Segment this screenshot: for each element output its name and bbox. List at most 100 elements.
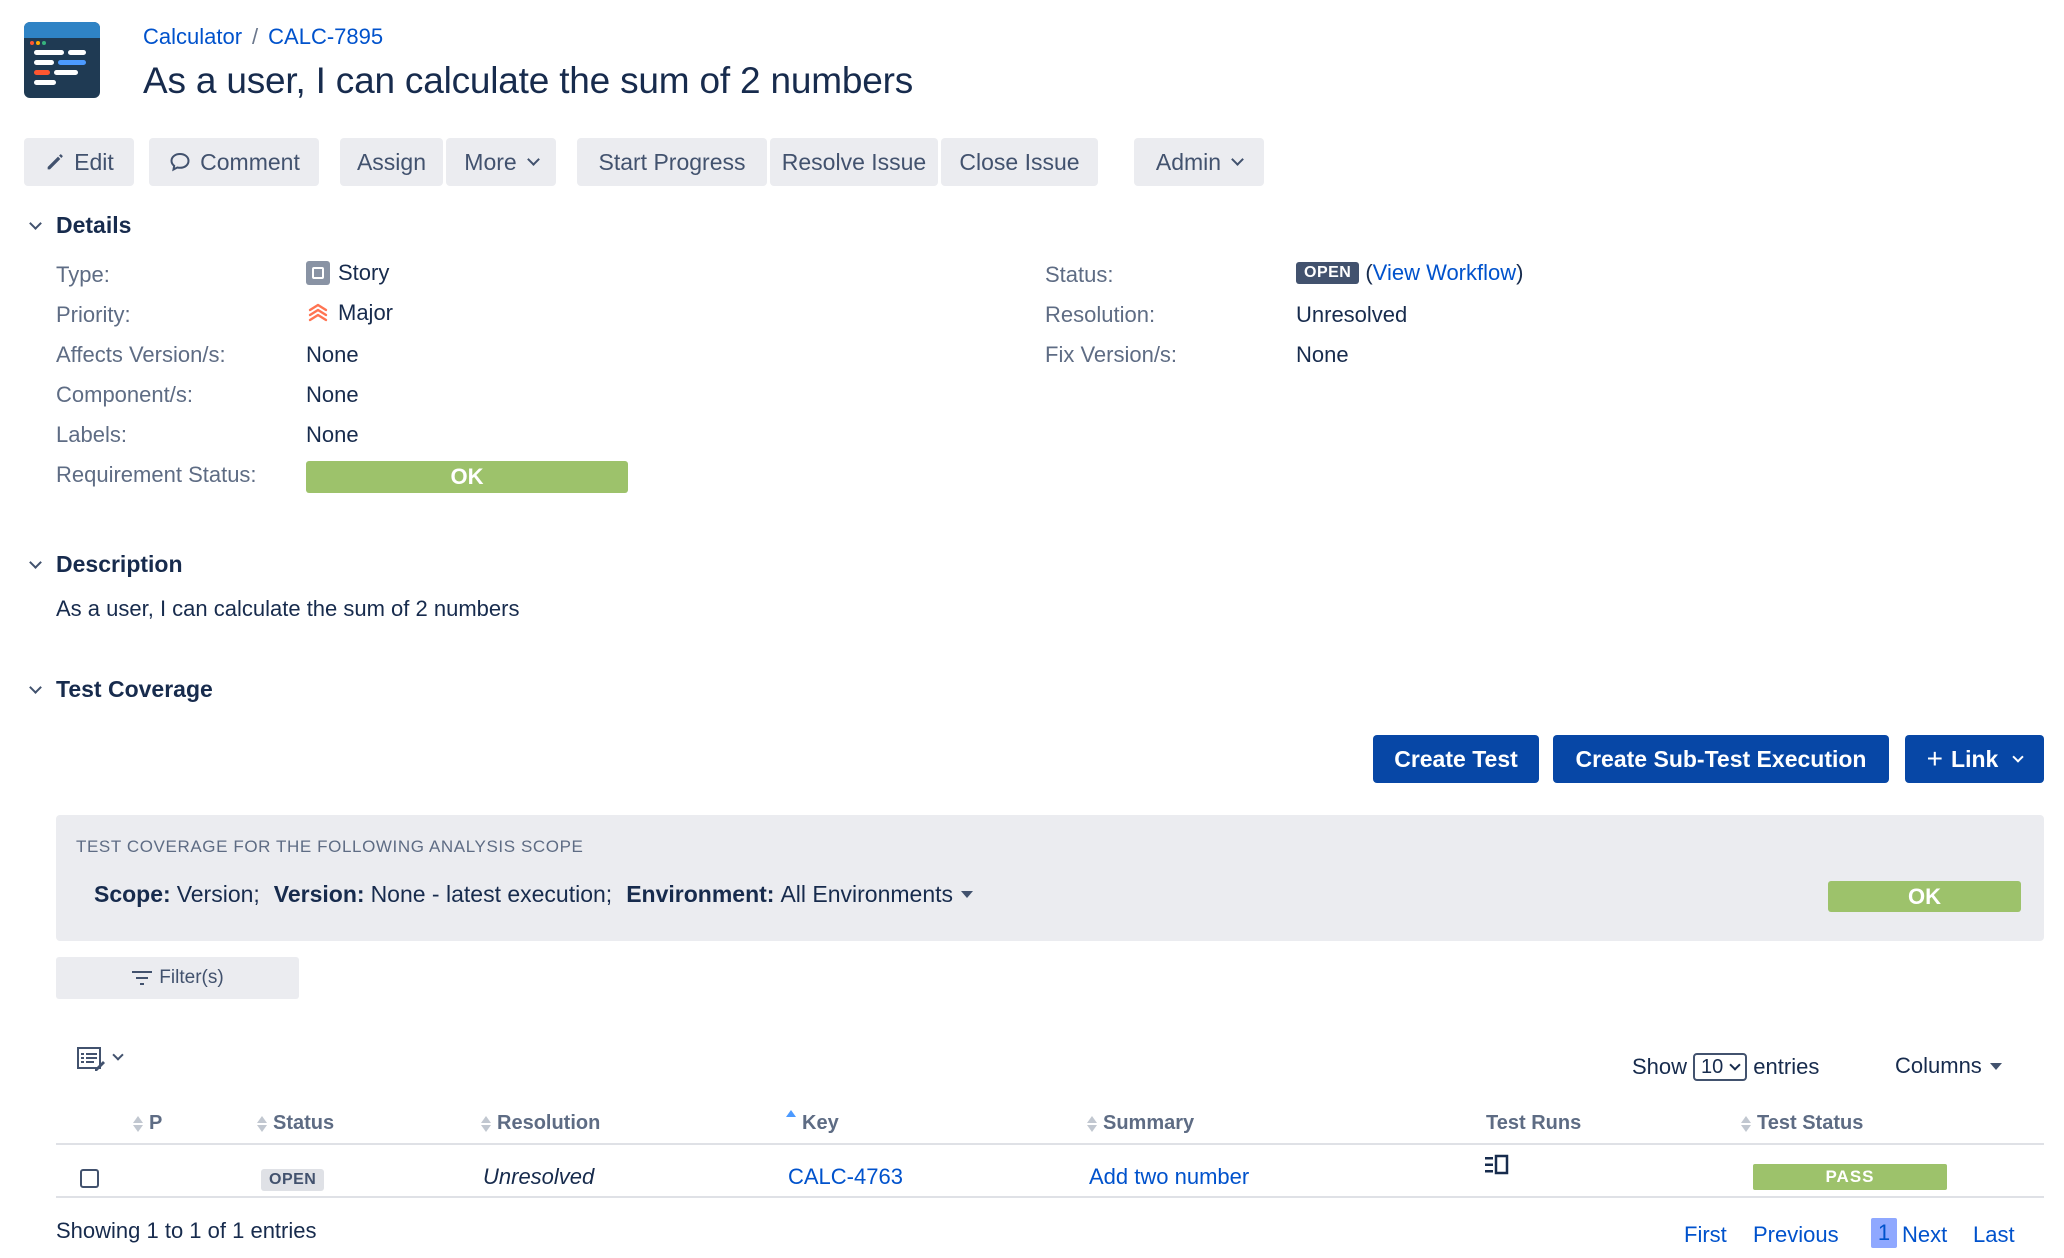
resolve-issue-button[interactable]: Resolve Issue <box>770 138 938 186</box>
breadcrumb: Calculator / CALC-7895 <box>143 24 383 50</box>
column-header-summary[interactable]: Summary <box>1087 1112 1194 1135</box>
page-size-control: Show 10 entries <box>1632 1053 1819 1081</box>
priority-major-icon <box>308 303 328 322</box>
collapse-chevron-icon[interactable] <box>24 554 46 576</box>
fix-version-label: Fix Version/s: <box>1045 342 1178 367</box>
link-dropdown-button[interactable]: + Link <box>1905 735 2044 783</box>
filters-button[interactable]: Filter(s) <box>56 957 299 999</box>
priority-value-text: Major <box>338 300 394 325</box>
column-header-key[interactable]: Key <box>786 1109 839 1135</box>
resolve-issue-label: Resolve Issue <box>781 148 927 175</box>
row-summary-link[interactable]: Add two number <box>1089 1164 1249 1190</box>
entries-label: entries <box>1753 1054 1820 1079</box>
status-label: Status: <box>1045 262 1114 287</box>
column-header-status-label: Status <box>273 1112 335 1134</box>
edit-button[interactable]: Edit <box>24 138 134 186</box>
column-header-test-runs: Test Runs <box>1486 1112 1581 1135</box>
column-header-p-label: P <box>149 1112 163 1134</box>
sort-icon <box>1741 1115 1751 1132</box>
column-header-status[interactable]: Status <box>257 1112 334 1135</box>
sort-icon <box>133 1115 143 1132</box>
plus-icon: + <box>1926 743 1944 774</box>
table-header-divider <box>56 1143 2044 1145</box>
analysis-scope-panel: TEST COVERAGE FOR THE FOLLOWING ANALYSIS… <box>56 815 2044 941</box>
columns-dropdown[interactable]: Columns <box>1895 1053 2002 1079</box>
breadcrumb-issue-link[interactable]: CALC-7895 <box>268 24 383 49</box>
chevron-down-icon <box>2012 750 2024 763</box>
create-sub-test-execution-button[interactable]: Create Sub-Test Execution <box>1553 735 1889 783</box>
status-badge: OPEN <box>1296 262 1360 284</box>
components-label: Component/s: <box>56 382 193 407</box>
story-icon <box>306 261 330 285</box>
description-section-header[interactable]: Description <box>24 551 183 578</box>
start-progress-button[interactable]: Start Progress <box>577 138 767 186</box>
comment-label: Comment <box>200 148 300 175</box>
columns-label: Columns <box>1895 1053 1982 1078</box>
version-label: Version: <box>273 881 365 907</box>
components-value: None <box>306 382 359 407</box>
column-header-summary-label: Summary <box>1103 1112 1195 1134</box>
admin-label: Admin <box>1155 148 1222 175</box>
affects-version-value: None <box>306 342 359 367</box>
priority-label: Priority: <box>56 302 131 327</box>
column-header-test-runs-label: Test Runs <box>1486 1112 1582 1134</box>
breadcrumb-project-link[interactable]: Calculator <box>143 24 242 49</box>
pager-previous[interactable]: Previous <box>1753 1222 1839 1248</box>
sort-ascending-icon <box>786 1109 796 1126</box>
close-issue-button[interactable]: Close Issue <box>941 138 1098 186</box>
sort-icon <box>257 1115 267 1132</box>
scope-caption: TEST COVERAGE FOR THE FOLLOWING ANALYSIS… <box>76 837 584 856</box>
pager-current-page[interactable]: 1 <box>1871 1218 1897 1248</box>
scope-label: Scope: <box>94 881 171 907</box>
table-view-menu[interactable] <box>76 1045 124 1073</box>
labels-value: None <box>306 422 359 447</box>
pager-first[interactable]: First <box>1684 1222 1727 1248</box>
environment-dropdown[interactable]: All Environments <box>780 881 953 908</box>
pager-last[interactable]: Last <box>1973 1222 2015 1248</box>
pager-next[interactable]: Next <box>1902 1222 1947 1248</box>
test-coverage-section-header[interactable]: Test Coverage <box>24 676 213 703</box>
type-value: Story <box>306 260 389 286</box>
collapse-chevron-icon[interactable] <box>24 215 46 237</box>
test-runs-icon[interactable] <box>1484 1153 1510 1183</box>
details-heading: Details <box>56 212 132 238</box>
column-header-key-label: Key <box>802 1112 839 1134</box>
requirement-status-label: Requirement Status: <box>56 462 257 487</box>
row-key-link[interactable]: CALC-4763 <box>788 1164 903 1190</box>
priority-value: Major <box>306 300 393 326</box>
project-avatar-icon[interactable] <box>24 22 100 98</box>
chevron-down-icon <box>526 153 540 166</box>
comment-icon <box>170 152 190 172</box>
create-test-button[interactable]: Create Test <box>1373 735 1539 783</box>
sort-icon <box>1087 1115 1097 1132</box>
row-status-badge: OPEN <box>261 1169 325 1191</box>
collapse-chevron-icon[interactable] <box>24 679 46 701</box>
edit-label: Edit <box>74 148 114 175</box>
row-checkbox[interactable] <box>80 1169 99 1188</box>
column-header-test-status[interactable]: Test Status <box>1741 1112 1863 1135</box>
page-size-select[interactable]: 10 <box>1693 1053 1748 1081</box>
more-button[interactable]: More <box>446 138 556 186</box>
row-status-cell: OPEN <box>261 1164 325 1191</box>
type-value-text: Story <box>338 260 390 285</box>
details-section-header[interactable]: Details <box>24 212 131 239</box>
comment-button[interactable]: Comment <box>149 138 319 186</box>
version-value: None - latest execution; <box>370 881 613 907</box>
requirement-status-badge: OK <box>306 461 628 493</box>
pencil-icon <box>47 154 63 170</box>
resolution-value: Unresolved <box>1296 302 1408 327</box>
caret-down-icon[interactable] <box>961 891 974 898</box>
type-label: Type: <box>56 262 110 287</box>
chevron-down-icon <box>112 1049 124 1061</box>
view-workflow-paren-close: ) <box>1516 260 1524 285</box>
admin-button[interactable]: Admin <box>1134 138 1264 186</box>
test-coverage-heading: Test Coverage <box>56 676 213 702</box>
issue-header: Calculator / CALC-7895 As a user, I can ca… <box>24 22 913 102</box>
column-header-resolution[interactable]: Resolution <box>481 1112 600 1135</box>
description-text: As a user, I can calculate the sum of 2 … <box>56 596 520 621</box>
table-info: Showing 1 to 1 of 1 entries <box>56 1218 317 1243</box>
environment-label: Environment: <box>626 881 775 907</box>
column-header-p[interactable]: P <box>133 1112 162 1135</box>
view-workflow-link[interactable]: View Workflow <box>1373 260 1516 286</box>
assign-button[interactable]: Assign <box>340 138 443 186</box>
